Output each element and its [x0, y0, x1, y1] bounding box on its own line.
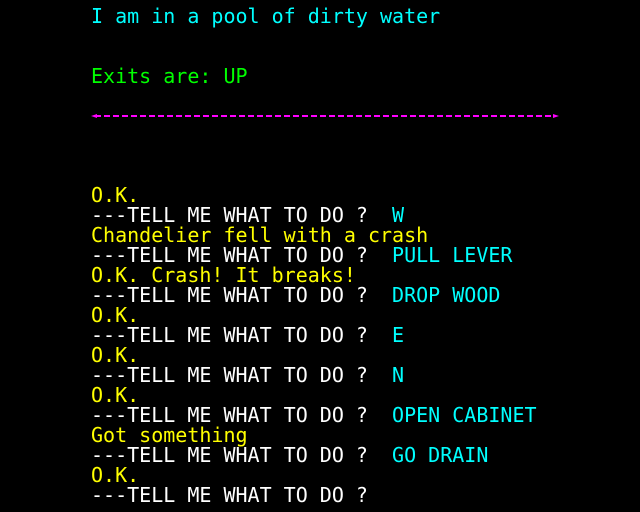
prompt-line: ---TELL ME WHAT TO DO ? OPEN CABINET	[91, 405, 631, 425]
prompt-line: ---TELL ME WHAT TO DO ? GO DRAIN	[91, 445, 631, 465]
player-command: GO DRAIN	[392, 443, 489, 467]
player-command: DROP WOOD	[392, 283, 501, 307]
prompt-line: ---TELL ME WHAT TO DO ? DROP WOOD	[91, 285, 631, 305]
player-command: OPEN CABINET	[392, 403, 537, 427]
transcript-log: O.K. ---TELL ME WHAT TO DO ? W Chandelier …	[91, 185, 631, 505]
game-message: Got something	[91, 425, 631, 445]
prompt-line: ---TELL ME WHAT TO DO ? W	[91, 205, 631, 225]
game-message: O.K.	[91, 385, 631, 405]
player-command: PULL LEVER	[392, 243, 513, 267]
left-arrow-icon	[91, 114, 97, 118]
game-message: O.K.	[91, 345, 631, 365]
game-message: O.K. Crash! It breaks!	[91, 265, 631, 285]
right-arrow-icon	[553, 114, 559, 118]
exits-line: Exits are: UP	[91, 64, 248, 88]
game-screen: I am in a pool of dirty water Exits are:…	[0, 0, 640, 512]
game-message: Chandelier fell with a crash	[91, 225, 631, 245]
game-message: O.K.	[91, 185, 631, 205]
player-command: N	[392, 363, 405, 387]
game-message: O.K.	[91, 305, 631, 325]
prompt-text: ---TELL ME WHAT TO DO ?	[91, 483, 368, 507]
divider-line	[91, 114, 559, 118]
room-description: I am in a pool of dirty water	[91, 4, 441, 28]
prompt-line: ---TELL ME WHAT TO DO ?	[91, 485, 631, 505]
prompt-line: ---TELL ME WHAT TO DO ? E	[91, 325, 631, 345]
divider-arrows	[91, 114, 559, 118]
prompt-line: ---TELL ME WHAT TO DO ? N	[91, 365, 631, 385]
player-command: E	[392, 323, 405, 347]
game-message: O.K.	[91, 465, 631, 485]
prompt-line: ---TELL ME WHAT TO DO ? PULL LEVER	[91, 245, 631, 265]
